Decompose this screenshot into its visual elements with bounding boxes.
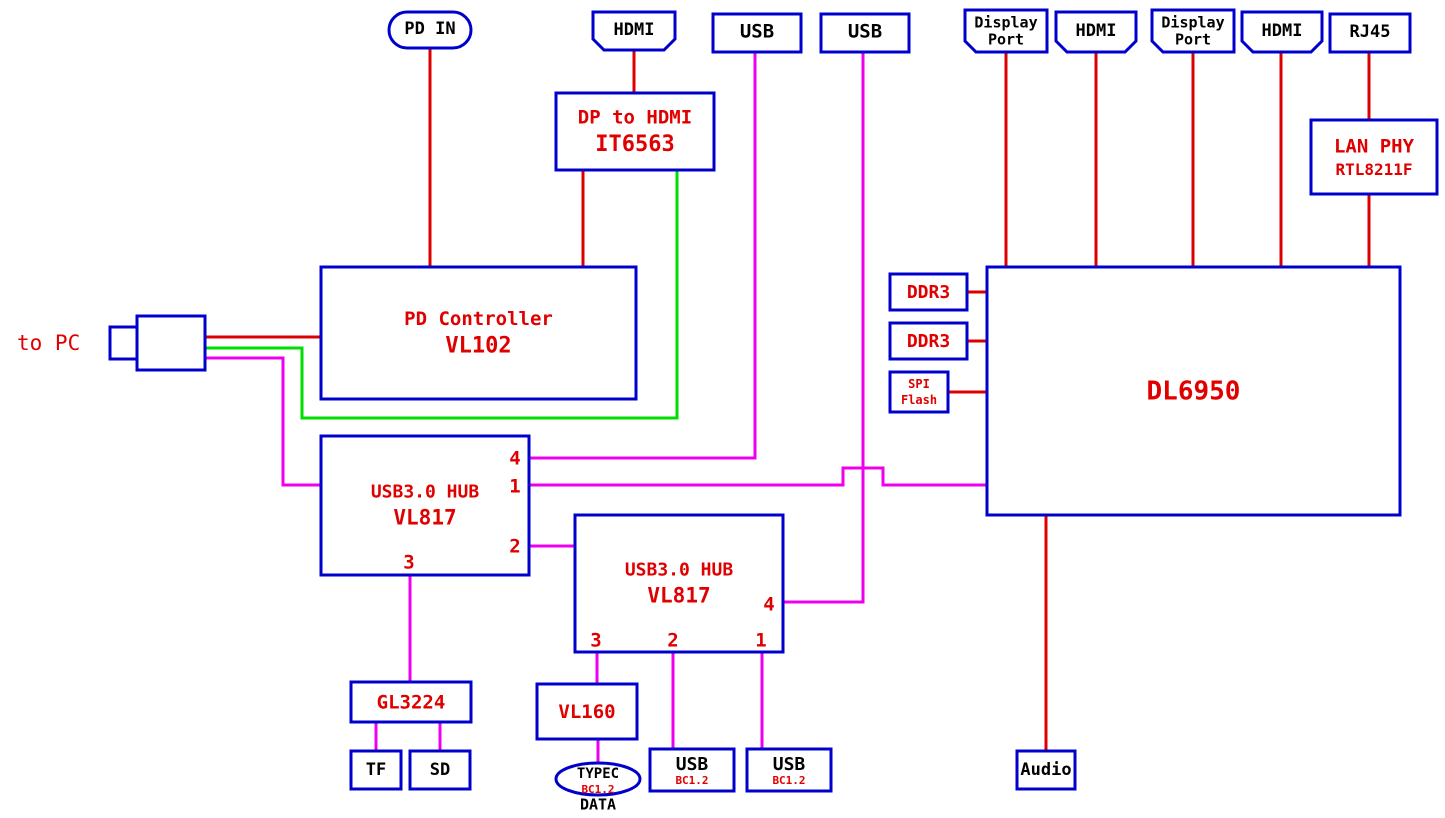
- hdmi-connector-top[interactable]: HDMI: [591, 10, 677, 52]
- hub2-port-1-label: 1: [755, 630, 766, 652]
- svg-text:USB: USB: [848, 21, 882, 43]
- to-pc-connector-layer: [108, 314, 207, 372]
- pd-in-connector[interactable]: PD IN: [387, 10, 473, 50]
- svg-text:VL102: VL102: [445, 334, 511, 359]
- chip-card-reader-gl3224[interactable]: GL3224: [349, 680, 473, 724]
- svg-text:RTL8211F: RTL8211F: [1335, 160, 1412, 179]
- memory-ddr3-1[interactable]: DDR3: [888, 272, 969, 312]
- hub1-port-1-label: 1: [509, 476, 520, 498]
- svg-text:Port: Port: [1175, 31, 1211, 49]
- chip-pd-controller-vl102[interactable]: PD Controller VL102: [319, 265, 638, 401]
- svg-text:HDMI: HDMI: [1076, 21, 1117, 41]
- chip-dl6950[interactable]: DL6950: [985, 265, 1402, 517]
- svg-text:USB: USB: [740, 21, 774, 43]
- svg-text:Display: Display: [974, 14, 1037, 32]
- displayport-connector-1[interactable]: DisplayPort: [963, 8, 1049, 54]
- usb-port-bc1-2-2[interactable]: USBBC1.2: [745, 747, 833, 793]
- sd-card-slot[interactable]: SD: [408, 749, 472, 791]
- hdmi-connector-2[interactable]: HDMI: [1240, 10, 1324, 54]
- svg-text:DDR3: DDR3: [907, 282, 950, 303]
- memory-spi-flash[interactable]: SPI Flash: [888, 370, 950, 414]
- usb-connector-top-1[interactable]: USB: [711, 12, 803, 54]
- svg-text:USB3.0 HUB: USB3.0 HUB: [625, 559, 734, 580]
- svg-text:VL817: VL817: [393, 505, 456, 529]
- usb-port-bc1-2-1[interactable]: USBBC1.2: [648, 747, 736, 793]
- usb-connector-top-2[interactable]: USB: [819, 12, 911, 54]
- chip-vl160[interactable]: VL160: [535, 682, 639, 741]
- hub2-port-3-label: 3: [590, 630, 601, 652]
- chip-usb3-hub-vl817-1[interactable]: USB3.0 HUB VL817: [319, 434, 531, 577]
- svg-text:Display: Display: [1161, 14, 1224, 32]
- hub1-port-4-label: 4: [509, 448, 520, 470]
- svg-text:USB: USB: [676, 754, 709, 775]
- svg-text:Audio: Audio: [1020, 760, 1071, 780]
- svg-text:SPI: SPI: [908, 377, 930, 391]
- svg-text:GL3224: GL3224: [377, 692, 446, 714]
- hdmi-connector-1[interactable]: HDMI: [1054, 10, 1138, 54]
- memory-ddr3-2[interactable]: DDR3: [888, 321, 969, 361]
- chip-layer: DP to HDMI IT6563 LAN PHY RTL8211F PD Contro…: [319, 91, 1439, 741]
- hub1-port-3-label: 3: [403, 552, 414, 574]
- svg-text:Flash: Flash: [901, 393, 937, 407]
- endpoint-layer: TF SD TYPECBC1.2USBBC1.2USBBC1.2Audio: [349, 747, 1077, 797]
- wire-usb-top-2-to-dl6950: [783, 52, 865, 604]
- svg-text:VL160: VL160: [558, 701, 615, 723]
- chip-lan-phy-rtl8211f[interactable]: LAN PHY RTL8211F: [1309, 118, 1439, 196]
- svg-text:DP to HDMI: DP to HDMI: [578, 106, 692, 128]
- hub2-port-2-label: 2: [667, 630, 678, 652]
- hub1-port-2-label: 2: [509, 536, 520, 558]
- svg-text:PD Controller: PD Controller: [404, 308, 553, 330]
- typec-data-caption: DATA: [580, 796, 616, 814]
- svg-text:USB: USB: [773, 754, 806, 775]
- svg-text:USB3.0 HUB: USB3.0 HUB: [371, 481, 480, 502]
- svg-text:HDMI: HDMI: [614, 20, 655, 40]
- svg-text:TYPEC: TYPEC: [577, 766, 619, 782]
- svg-text:PD IN: PD IN: [404, 19, 455, 39]
- chip-usb3-hub-vl817-2[interactable]: USB3.0 HUB VL817: [573, 513, 785, 654]
- svg-text:Port: Port: [988, 31, 1024, 49]
- svg-text:LAN PHY: LAN PHY: [1334, 136, 1415, 158]
- svg-text:SD: SD: [430, 760, 450, 780]
- displayport-connector-2[interactable]: DisplayPort: [1150, 8, 1236, 54]
- svg-text:BC1.2: BC1.2: [772, 774, 805, 787]
- rj45-connector[interactable]: RJ45: [1328, 12, 1412, 54]
- wire-hub1-port1-to-dl6950: [529, 466, 987, 487]
- to-pc-connector[interactable]: [108, 314, 207, 372]
- typec-data-port[interactable]: TYPECBC1.2: [554, 761, 642, 797]
- svg-text:RJ45: RJ45: [1350, 22, 1391, 42]
- audio-jack[interactable]: Audio: [1015, 749, 1077, 791]
- tf-card-slot[interactable]: TF: [349, 749, 403, 791]
- connector-layer: PD IN HDMI USB USB DisplayPort HDMI DisplayPor…: [387, 8, 1412, 54]
- svg-text:TF: TF: [366, 760, 386, 780]
- svg-text:DL6950: DL6950: [1147, 377, 1241, 407]
- svg-text:BC1.2: BC1.2: [581, 783, 614, 796]
- svg-text:HDMI: HDMI: [1262, 21, 1303, 41]
- svg-text:DDR3: DDR3: [907, 331, 950, 352]
- svg-text:VL817: VL817: [647, 583, 710, 607]
- chip-dp-to-hdmi-it6563[interactable]: DP to HDMI IT6563: [554, 91, 716, 172]
- svg-text:IT6563: IT6563: [595, 132, 674, 157]
- block-diagram-canvas: DP to HDMI IT6563 LAN PHY RTL8211F PD Contro…: [0, 0, 1445, 818]
- svg-text:BC1.2: BC1.2: [675, 774, 708, 787]
- hub2-port-4-label: 4: [763, 594, 774, 616]
- to-pc-label: to PC: [17, 331, 80, 355]
